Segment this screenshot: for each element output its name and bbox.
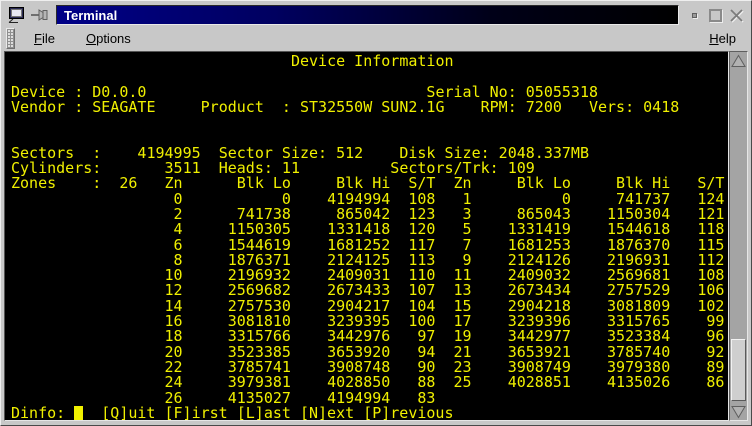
titlebar: Terminal xyxy=(4,3,748,26)
scrollbar-thumb[interactable] xyxy=(731,339,746,401)
prompt-label: Dinfo: xyxy=(11,404,74,421)
maximize-icon xyxy=(709,9,722,22)
window-menu-button[interactable] xyxy=(6,6,28,24)
terminal-cursor xyxy=(74,406,83,420)
menubar: File Options Help xyxy=(4,26,748,51)
scroll-up-icon xyxy=(731,54,746,68)
close-button[interactable] xyxy=(727,6,746,25)
titlebar-drag-area[interactable]: Terminal xyxy=(56,5,679,25)
menu-file[interactable]: File xyxy=(32,29,57,48)
terminal-area: Device InformationDevice : D0.0.0 Serial… xyxy=(4,51,748,421)
prompt-options: [Q]uit [F]irst [L]ast [N]ext [P]revious xyxy=(83,404,453,421)
terminal-screen[interactable]: Device InformationDevice : D0.0.0 Serial… xyxy=(4,51,729,421)
scroll-down-button[interactable] xyxy=(730,403,747,420)
scrollbar-trough[interactable] xyxy=(730,69,747,403)
scroll-up-button[interactable] xyxy=(730,52,747,69)
menu-options[interactable]: Options xyxy=(84,29,133,48)
terminal-line xyxy=(11,115,728,130)
scroll-down-icon xyxy=(731,405,746,419)
window-title: Terminal xyxy=(64,9,117,22)
minimize-icon xyxy=(692,13,697,18)
minimize-button[interactable] xyxy=(685,6,704,25)
menubar-gripper[interactable] xyxy=(6,28,15,49)
terminal-line: Vendor : SEAGATE Product : ST32550W SUN2… xyxy=(11,100,728,115)
terminal-line: Device Information xyxy=(11,54,728,69)
terminal-icon xyxy=(8,7,26,23)
prompt-line: Dinfo: [Q]uit [F]irst [L]ast [N]ext [P]r… xyxy=(11,406,728,421)
close-icon xyxy=(729,8,744,23)
scrollbar xyxy=(729,51,748,421)
maximize-button[interactable] xyxy=(706,6,725,25)
menu-help[interactable]: Help xyxy=(707,29,738,48)
terminal-window: Terminal File Options Help Device Inform… xyxy=(0,0,752,426)
sticky-pin-icon[interactable] xyxy=(30,6,52,24)
terminal-output: Device InformationDevice : D0.0.0 Serial… xyxy=(11,54,728,406)
